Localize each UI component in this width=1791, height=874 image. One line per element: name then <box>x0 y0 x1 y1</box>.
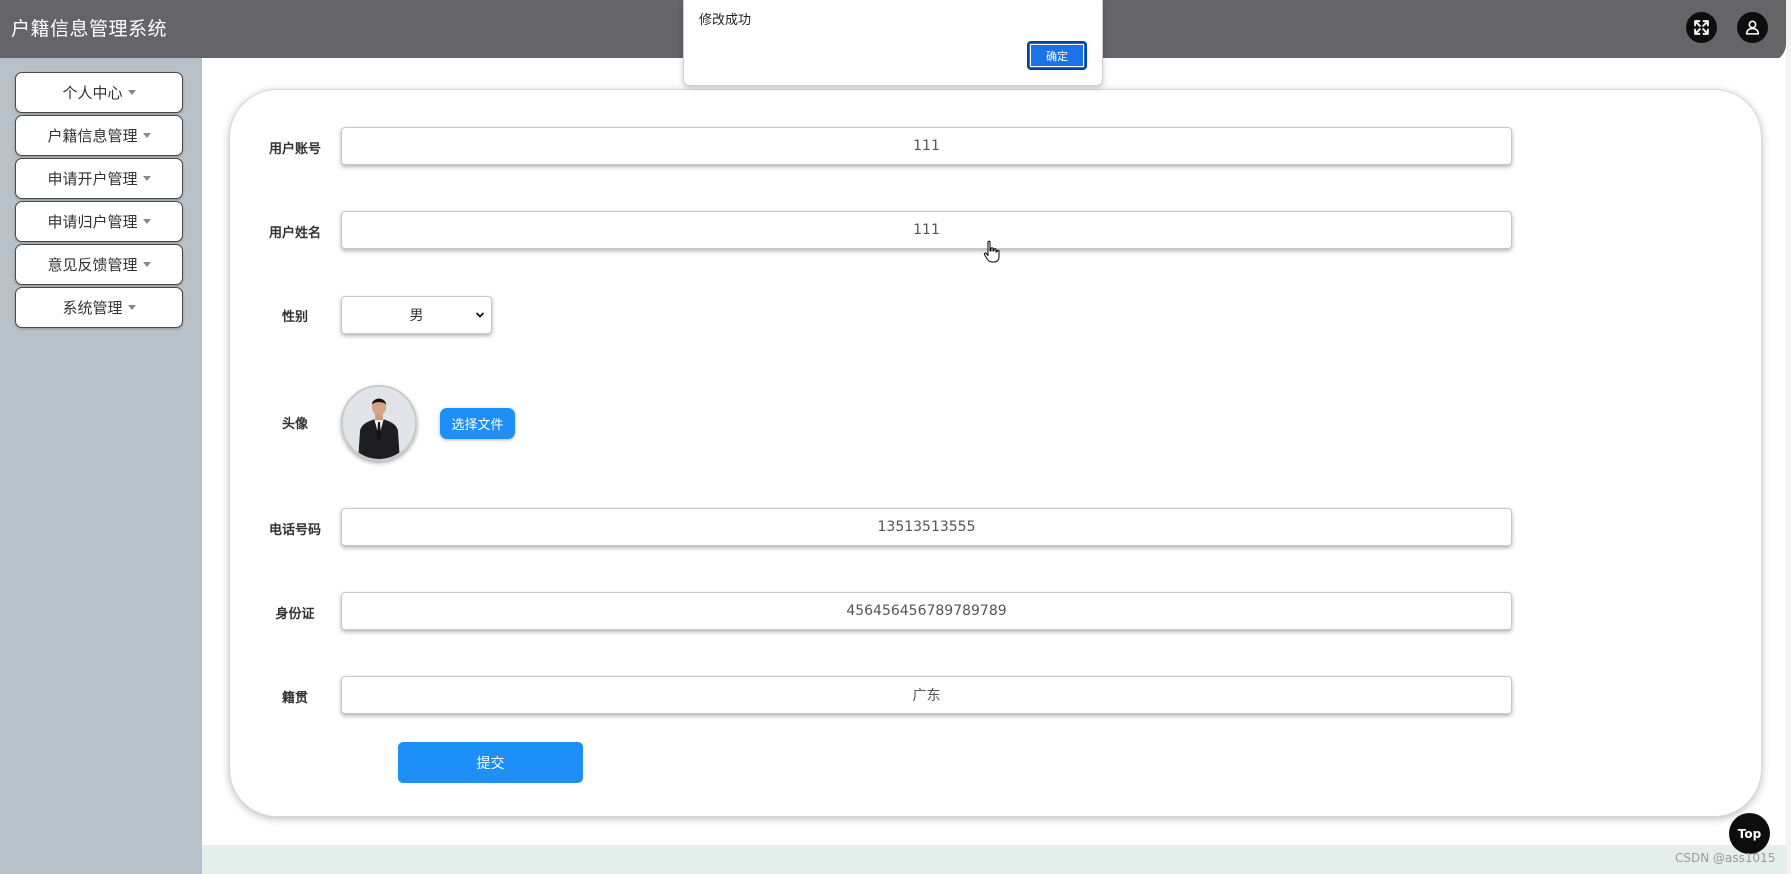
user-menu-button[interactable] <box>1737 12 1768 43</box>
sidebar-item-personal-center[interactable]: 个人中心 <box>15 72 183 113</box>
app-title: 户籍信息管理系统 <box>11 18 168 40</box>
name-label: 用户姓名 <box>268 226 321 241</box>
window-edge <box>1786 0 1791 874</box>
avatar-label: 头像 <box>281 417 308 432</box>
sidebar: 个人中心 户籍信息管理 申请开户管理 申请归户管理 意见反馈管理 系统管理 <box>0 58 202 874</box>
account-input[interactable]: 111 <box>341 127 1512 165</box>
sidebar-item-label: 意见反馈管理 <box>47 256 138 274</box>
id-card-label: 身份证 <box>275 607 315 622</box>
phone-label: 电话号码 <box>268 523 321 538</box>
back-to-top-button[interactable]: Top <box>1729 813 1770 854</box>
sidebar-item-label: 申请开户管理 <box>47 170 138 188</box>
caret-down-icon <box>142 262 151 267</box>
caret-down-icon <box>127 90 136 95</box>
caret-down-icon <box>142 176 151 181</box>
sidebar-item-account-opening[interactable]: 申请开户管理 <box>15 158 183 199</box>
sidebar-item-household-info[interactable]: 户籍信息管理 <box>15 115 183 156</box>
sidebar-item-feedback[interactable]: 意见反馈管理 <box>15 244 183 285</box>
sidebar-item-label: 户籍信息管理 <box>47 127 138 145</box>
choose-file-button[interactable]: 选择文件 <box>440 408 515 439</box>
footer-strip <box>202 845 1786 874</box>
name-input[interactable]: 111 <box>341 211 1512 249</box>
phone-input[interactable]: 13513513555 <box>341 508 1512 546</box>
avatar-image <box>341 385 417 461</box>
submit-button[interactable]: 提交 <box>398 742 583 783</box>
account-label: 用户账号 <box>268 142 321 157</box>
native-place-label: 籍贯 <box>281 691 308 706</box>
caret-down-icon <box>127 305 136 310</box>
gender-select[interactable]: 男 <box>341 296 492 334</box>
gender-label: 性别 <box>281 310 308 325</box>
native-place-input[interactable]: 广东 <box>341 676 1512 714</box>
hand-cursor-icon <box>983 240 1000 263</box>
sidebar-item-label: 个人中心 <box>62 84 123 102</box>
sidebar-item-system[interactable]: 系统管理 <box>15 287 183 328</box>
chevron-down-icon <box>475 312 485 318</box>
watermark-text: CSDN @ass1015 <box>1675 851 1776 865</box>
gender-selected-value: 男 <box>409 308 424 324</box>
user-icon <box>1745 20 1760 35</box>
alert-message: 修改成功 <box>699 13 752 28</box>
caret-down-icon <box>142 219 151 224</box>
sidebar-item-household-return[interactable]: 申请归户管理 <box>15 201 183 242</box>
app-window: 户籍信息管理系统 个人中心 户籍信息管理 申请开户管理 申请归户管理 意见反馈管 <box>0 0 1791 874</box>
caret-down-icon <box>142 133 151 138</box>
sidebar-item-label: 申请归户管理 <box>47 213 138 231</box>
alert-dialog: 修改成功 确定 <box>683 0 1103 86</box>
alert-ok-button[interactable]: 确定 <box>1027 41 1087 70</box>
id-card-input[interactable]: 456456456789789789 <box>341 592 1512 630</box>
sidebar-item-label: 系统管理 <box>62 299 123 317</box>
person-photo-icon <box>343 387 415 459</box>
fullscreen-button[interactable] <box>1686 12 1717 43</box>
expand-icon <box>1694 20 1709 35</box>
